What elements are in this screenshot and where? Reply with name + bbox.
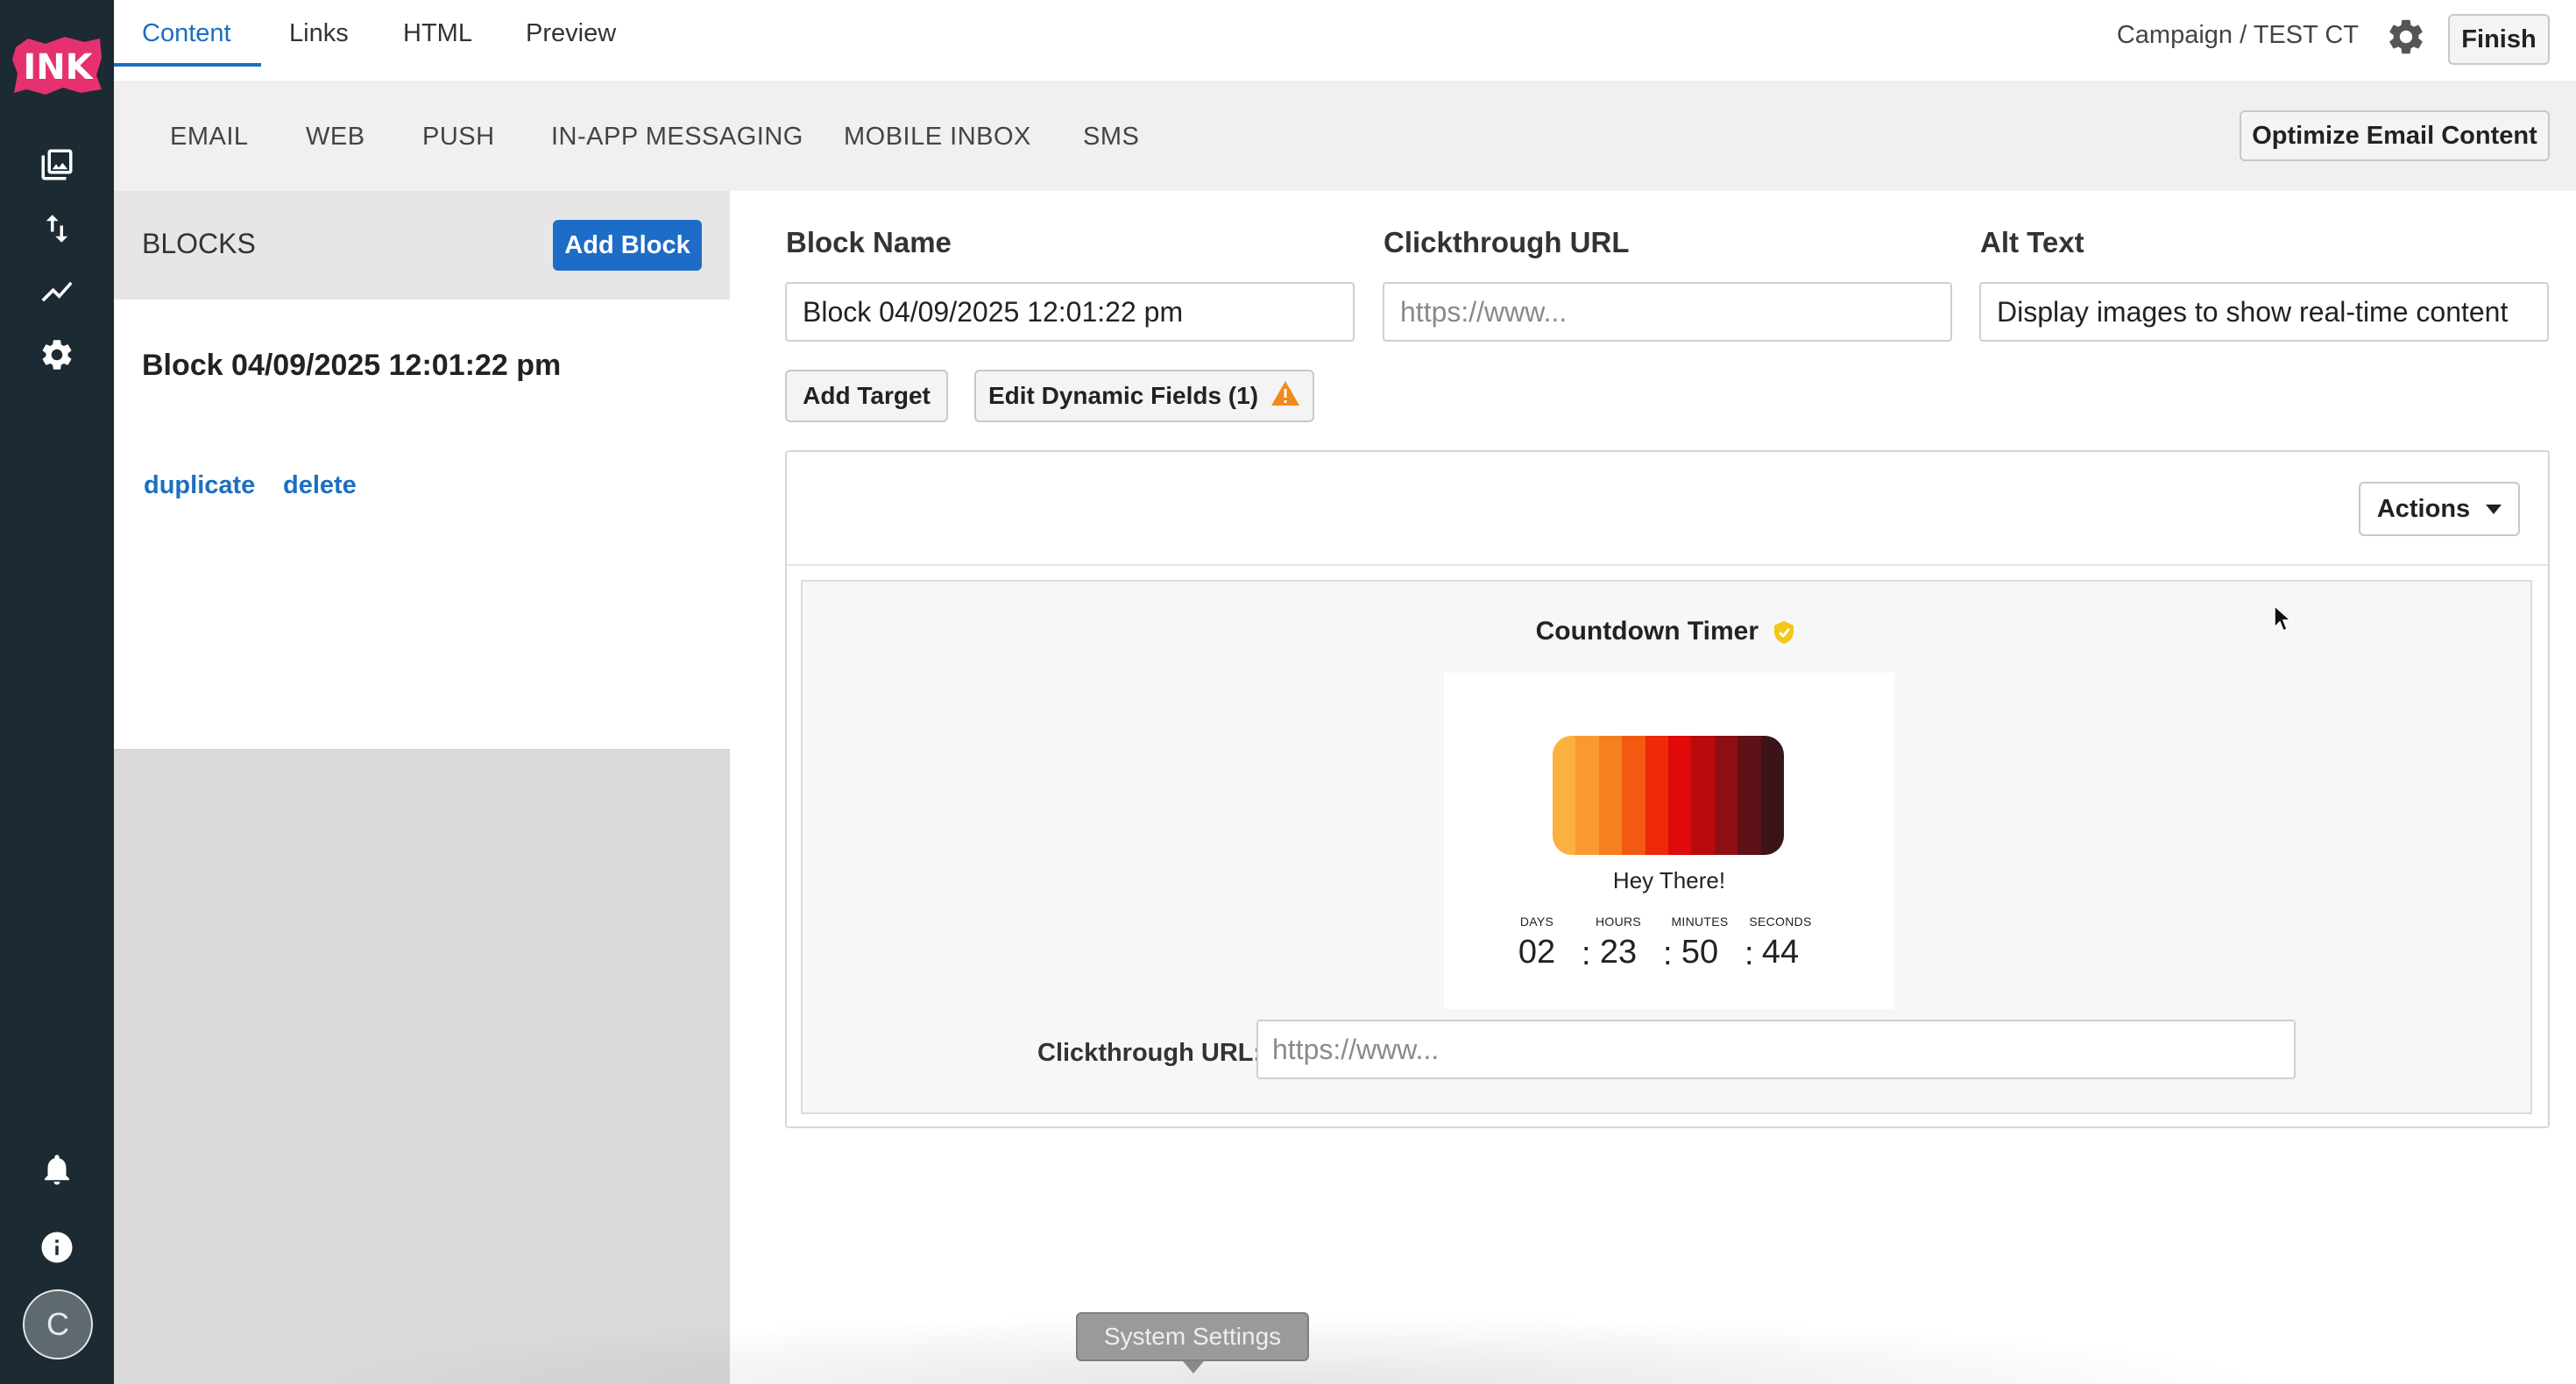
tooltip-arrow <box>1183 1361 1204 1373</box>
timer-clickthrough-url-input[interactable] <box>1256 1020 2296 1079</box>
svg-text:INK: INK <box>23 47 94 88</box>
chevron-down-icon <box>2486 504 2502 514</box>
greeting-text: Hey There! <box>1612 867 1726 893</box>
channel-in-app-messaging[interactable]: IN-APP MESSAGING <box>551 82 803 191</box>
tab-content[interactable]: Content <box>142 0 231 67</box>
color-stripe <box>1691 736 1715 855</box>
channel-mobile-inbox[interactable]: MOBILE INBOX <box>844 82 1031 191</box>
countdown-preview: Hey There! DAYS 02 : HOURS 23 : MINUTES … <box>1444 673 1894 1009</box>
color-stripes-graphic <box>1553 736 1784 855</box>
avatar[interactable]: C <box>23 1289 93 1359</box>
trend-line-icon[interactable] <box>35 270 79 314</box>
tab-preview[interactable]: Preview <box>526 0 616 67</box>
tab-label: Content <box>142 18 231 47</box>
clickthrough-url-input[interactable] <box>1383 282 1952 342</box>
delete-link[interactable]: delete <box>283 471 357 500</box>
color-stripe <box>1575 736 1599 855</box>
finish-button[interactable]: Finish <box>2448 14 2550 65</box>
add-target-label: Add Target <box>803 382 931 409</box>
channel-email[interactable]: EMAIL <box>170 82 249 191</box>
color-stripe <box>1760 736 1784 855</box>
info-icon[interactable] <box>35 1225 79 1269</box>
countdown-seconds-value: 44 <box>1761 934 1800 971</box>
countdown-timer-title-text: Countdown Timer <box>1535 617 1759 646</box>
block-card[interactable]: Block 04/09/2025 12:01:22 pm duplicate d… <box>114 300 730 750</box>
countdown-hours-label: HOURS <box>1595 914 1642 929</box>
tab-html[interactable]: HTML <box>403 0 472 67</box>
system-settings-tooltip: System Settings <box>1076 1312 1309 1361</box>
canvas-toolbar: Actions <box>787 452 2548 566</box>
countdown-days: DAYS 02 <box>1493 914 1581 971</box>
countdown-seconds: SECONDS 44 <box>1737 914 1824 971</box>
countdown-timer-title: Countdown Timer <box>803 617 2530 646</box>
actions-dropdown[interactable]: Actions <box>2359 482 2520 536</box>
edit-dynamic-fields-button[interactable]: Edit Dynamic Fields (1) <box>974 370 1314 422</box>
color-stripe <box>1714 736 1738 855</box>
countdown-minutes: MINUTES 50 <box>1656 914 1744 971</box>
optimize-email-content-button[interactable]: Optimize Email Content <box>2240 110 2550 161</box>
bell-icon[interactable] <box>35 1147 79 1191</box>
alt-text-input[interactable] <box>1979 282 2549 342</box>
gear-icon[interactable] <box>2385 16 2427 58</box>
countdown-hours: HOURS 23 <box>1575 914 1662 971</box>
top-bar: Content Links HTML Preview Campaign / TE… <box>114 0 2576 82</box>
color-stripe <box>1553 736 1576 855</box>
blocks-panel: BLOCKS Add Block Block 04/09/2025 12:01:… <box>114 191 730 1384</box>
channel-sms[interactable]: SMS <box>1083 82 1139 191</box>
image-icon[interactable] <box>35 143 79 187</box>
warning-icon <box>1270 380 1300 413</box>
edit-dynamic-fields-label: Edit Dynamic Fields (1) <box>987 382 1259 409</box>
add-target-button[interactable]: Add Target <box>785 370 948 422</box>
clickthrough-url-label: Clickthrough URL <box>1384 226 1630 258</box>
timer-clickthrough-url-label: Clickthrough URL: <box>1037 1039 1263 1067</box>
block-card-title: Block 04/09/2025 12:01:22 pm <box>142 349 562 382</box>
tab-label: HTML <box>403 18 472 47</box>
color-stripe <box>1598 736 1623 855</box>
blocks-title: BLOCKS <box>142 228 256 259</box>
actions-label: Actions <box>2376 494 2471 523</box>
channel-bar: EMAIL WEB PUSH IN-APP MESSAGING MOBILE I… <box>114 82 2576 191</box>
left-rail: INK C <box>0 0 114 1384</box>
tab-links[interactable]: Links <box>289 0 349 67</box>
tab-label: Preview <box>526 18 617 47</box>
active-tab-indicator <box>114 63 261 67</box>
countdown-timer-block[interactable]: Countdown Timer Hey There! DAYS 02 : HOU… <box>801 580 2532 1114</box>
alt-text-label: Alt Text <box>1980 226 2084 258</box>
countdown-days-value: 02 <box>1518 934 1556 971</box>
add-block-button[interactable]: Add Block <box>553 220 702 271</box>
countdown-minutes-value: 50 <box>1681 934 1719 971</box>
block-canvas: Actions Countdown Timer Hey There! DAYS … <box>785 450 2550 1128</box>
channel-web[interactable]: WEB <box>306 82 365 191</box>
block-name-input[interactable] <box>785 282 1355 342</box>
campaign-breadcrumb[interactable]: Campaign / TEST CT <box>2117 21 2359 50</box>
blocks-header: BLOCKS Add Block <box>114 191 730 300</box>
color-stripe <box>1737 736 1761 855</box>
countdown-days-label: DAYS <box>1519 914 1554 929</box>
color-stripe <box>1622 736 1645 855</box>
duplicate-link[interactable]: duplicate <box>144 471 255 500</box>
channel-push[interactable]: PUSH <box>422 82 495 191</box>
block-name-label: Block Name <box>786 226 952 258</box>
countdown-minutes-label: MINUTES <box>1671 914 1729 929</box>
color-stripe <box>1645 736 1669 855</box>
shield-check-icon <box>1771 619 1797 646</box>
sort-arrows-icon[interactable] <box>35 207 79 251</box>
countdown-seconds-label: SECONDS <box>1749 914 1812 929</box>
mouse-cursor-icon <box>2273 604 2294 634</box>
color-stripe <box>1668 736 1692 855</box>
gear-icon[interactable] <box>35 333 79 377</box>
tab-label: Links <box>289 18 349 47</box>
ink-logo[interactable]: INK <box>11 35 105 96</box>
countdown-hours-value: 23 <box>1599 934 1638 971</box>
